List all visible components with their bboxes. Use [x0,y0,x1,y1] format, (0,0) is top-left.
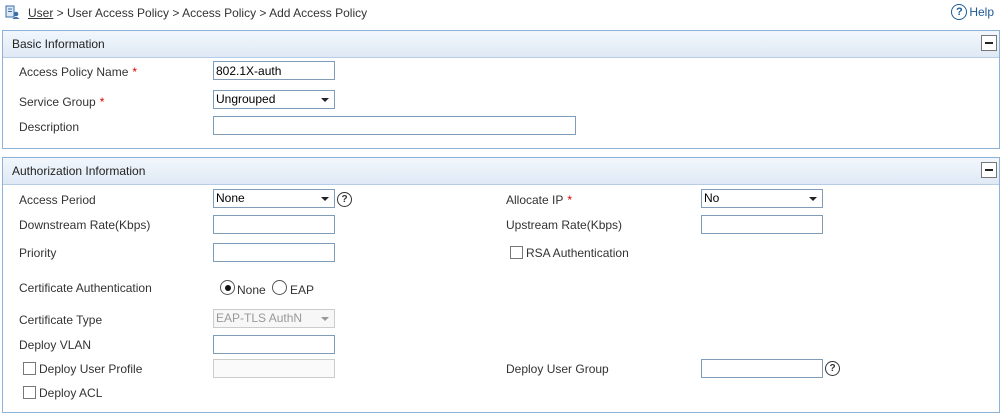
user-policy-icon [5,5,20,19]
rsa-authentication-label: RSA Authentication [526,246,629,260]
deploy-user-profile-input[interactable] [213,359,335,378]
cert-auth-none-radio[interactable] [220,280,235,295]
certificate-type-select[interactable]: EAP-TLS AuthN [213,309,335,328]
collapse-basic-button[interactable] [981,35,997,51]
cert-auth-none-label: None [237,283,266,297]
description-input[interactable] [213,116,576,135]
help-label: Help [969,5,994,19]
breadcrumb: User > User Access Policy > Access Polic… [28,6,367,20]
allocate-ip-select[interactable]: No [701,189,823,208]
authorization-information-title: Authorization Information [12,164,146,178]
policy-name-label: Access Policy Name * [19,65,138,79]
deploy-acl-label: Deploy ACL [39,386,103,400]
access-period-help-icon[interactable]: ? [337,192,352,207]
cert-auth-eap-radio[interactable] [272,280,287,295]
deploy-user-profile-checkbox[interactable] [23,362,36,375]
breadcrumb-path: > User Access Policy > Access Policy > A… [53,6,368,20]
priority-label: Priority [19,246,57,260]
authorization-information-header: Authorization Information [3,158,999,185]
deploy-user-profile-label: Deploy User Profile [39,362,143,376]
rsa-authentication-checkbox[interactable] [510,246,523,259]
priority-input[interactable] [213,243,335,262]
deploy-vlan-label: Deploy VLAN [19,338,92,352]
downstream-rate-input[interactable] [213,215,335,234]
deploy-user-group-label: Deploy User Group [506,362,609,376]
certificate-type-label: Certificate Type [19,313,103,327]
allocate-ip-label: Allocate IP * [506,193,573,207]
access-period-select[interactable]: None [213,189,335,208]
upstream-rate-input[interactable] [701,215,823,234]
access-period-label: Access Period [19,193,96,207]
chevron-down-icon [321,98,329,102]
cert-auth-eap-label: EAP [290,283,315,297]
downstream-rate-label: Downstream Rate(Kbps) [19,218,151,232]
chevron-down-icon [809,197,817,201]
certificate-authentication-label: Certificate Authentication [19,281,152,295]
deploy-acl-checkbox[interactable] [23,386,36,399]
chevron-down-icon [321,197,329,201]
basic-information-title: Basic Information [12,37,105,51]
chevron-down-icon [321,317,329,321]
upstream-rate-label: Upstream Rate(Kbps) [506,218,623,232]
service-group-select[interactable]: Ungrouped [213,90,335,109]
help-link[interactable]: ? Help [951,4,994,20]
basic-information-header: Basic Information [3,31,999,58]
deploy-vlan-input[interactable] [213,335,335,354]
deploy-user-group-help-icon[interactable]: ? [825,361,840,376]
breadcrumb-user-link[interactable]: User [28,6,53,20]
service-group-label: Service Group * [19,95,105,109]
basic-information-panel: Basic Information Access Policy Name* Se… [2,30,1000,149]
question-circle-icon: ? [951,4,968,20]
collapse-authorization-button[interactable] [981,162,997,178]
policy-name-input[interactable] [213,61,335,80]
deploy-user-group-input[interactable] [701,359,823,378]
description-label: Description [19,120,80,134]
authorization-information-panel: Authorization Information Access Period … [2,157,1000,413]
